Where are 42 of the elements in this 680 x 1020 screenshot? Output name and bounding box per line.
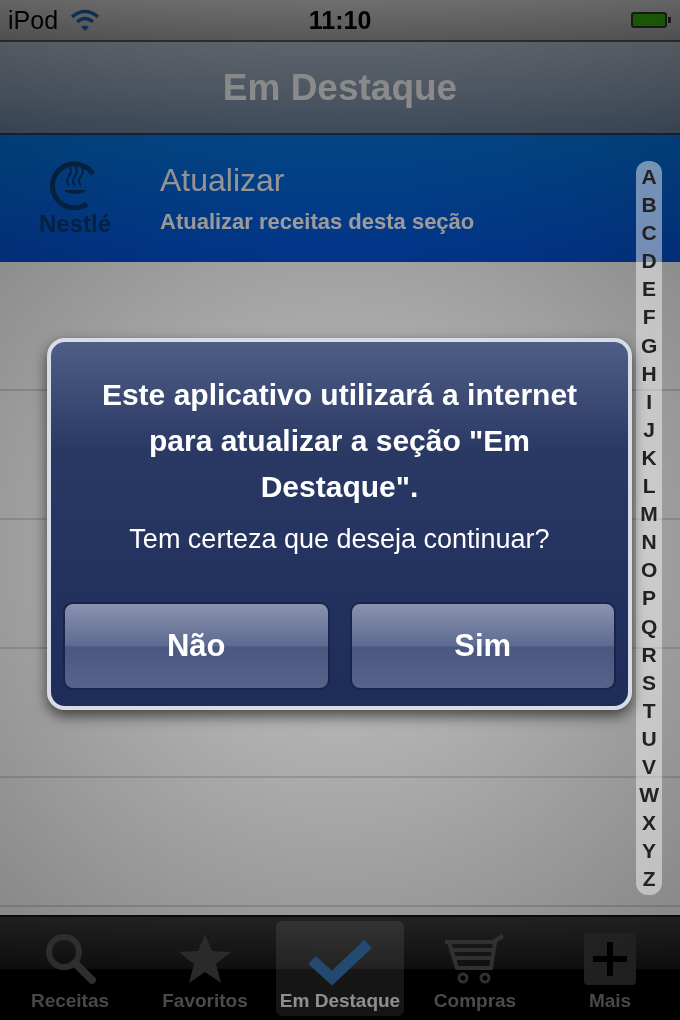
index-letter[interactable]: W xyxy=(639,781,659,810)
index-letter[interactable]: T xyxy=(642,696,656,725)
cart-icon xyxy=(443,934,507,986)
index-letter[interactable]: R xyxy=(641,640,657,669)
index-letter[interactable]: K xyxy=(641,443,657,473)
wifi-icon xyxy=(70,8,101,32)
row-title: Atualizar xyxy=(160,162,286,199)
star-icon xyxy=(177,932,233,986)
index-letter[interactable]: Y xyxy=(642,837,657,866)
index-letter[interactable]: C xyxy=(641,219,657,248)
index-letter[interactable]: N xyxy=(641,528,657,557)
index-letter[interactable]: O xyxy=(640,556,658,585)
index-letter[interactable]: M xyxy=(640,500,658,529)
index-letter[interactable]: F xyxy=(642,303,656,332)
battery-icon xyxy=(630,10,672,30)
nav-title: Em Destaque xyxy=(222,66,458,109)
row-subtitle: Atualizar receitas desta seção xyxy=(160,209,475,235)
index-letter[interactable]: G xyxy=(640,331,658,360)
index-letter[interactable]: U xyxy=(641,724,657,753)
index-letter[interactable]: H xyxy=(641,359,657,388)
index-letter[interactable]: P xyxy=(642,584,657,613)
index-letter[interactable]: E xyxy=(642,275,657,304)
alert-button[interactable]: Não xyxy=(63,602,330,690)
alert-button[interactable]: Sim xyxy=(349,602,616,690)
index-letter[interactable]: L xyxy=(642,472,656,501)
index-letter[interactable]: S xyxy=(642,668,657,697)
index-letter[interactable]: I xyxy=(646,387,652,416)
index-letter[interactable]: Z xyxy=(642,865,656,894)
logo-text: Nestlé xyxy=(38,209,111,238)
alert-title: Este aplicativo utilizará a internet para atualizar a seção "Em Destaque". xyxy=(100,377,579,505)
index-letter[interactable]: J xyxy=(643,415,655,444)
clock: 11:10 xyxy=(308,5,372,35)
index-letter[interactable]: B xyxy=(641,191,657,220)
index-letter[interactable]: A xyxy=(641,163,657,192)
alert-message: Tem certeza que deseja continuar? xyxy=(129,524,550,555)
index-letter[interactable]: Q xyxy=(640,612,658,641)
index-letter[interactable]: V xyxy=(642,752,657,782)
carrier-label: iPod xyxy=(8,5,59,35)
section-index[interactable]: A B C D E F G H I J K L M N O P Q R S T U V W X Y Z xyxy=(636,161,662,896)
index-letter[interactable]: X xyxy=(642,809,657,838)
checkmark-icon xyxy=(308,938,372,986)
plus-icon xyxy=(583,932,637,986)
